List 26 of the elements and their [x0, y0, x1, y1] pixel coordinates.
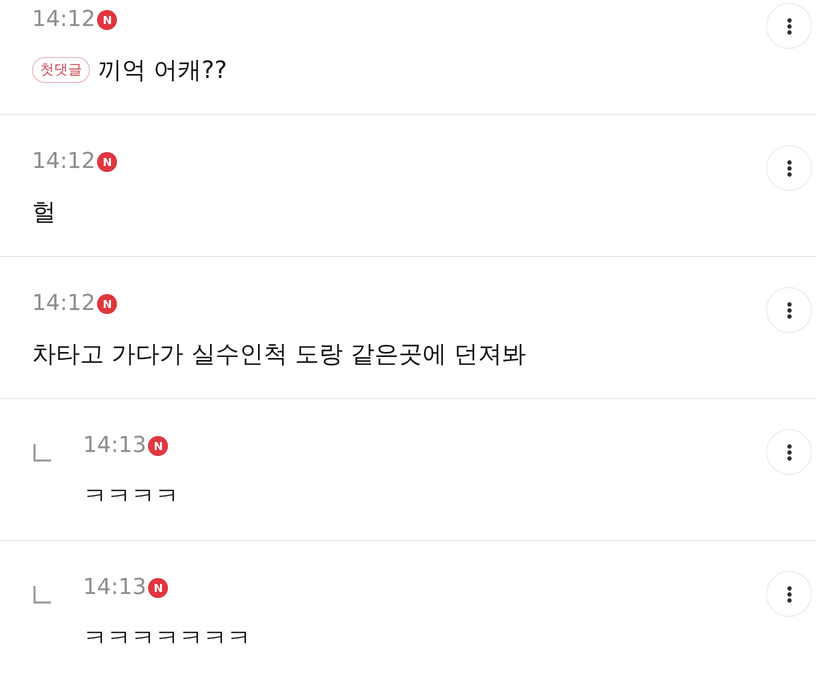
more-button[interactable]: [766, 287, 812, 333]
more-icon: [786, 160, 792, 176]
new-badge: N: [97, 152, 118, 172]
comment-text: 헐: [32, 197, 56, 228]
new-badge: N: [97, 294, 118, 314]
comment-tag: 첫댓글: [32, 57, 90, 83]
new-badge: N: [97, 10, 118, 30]
comment-text: 끼억 어캐??: [98, 55, 228, 86]
comment-time: 14:12: [32, 291, 96, 317]
more-icon: [786, 302, 792, 318]
new-badge: N: [148, 578, 168, 598]
more-icon: [786, 586, 792, 602]
more-icon: [786, 18, 792, 34]
more-button[interactable]: [766, 3, 812, 49]
comment-text: 차타고 가다가 실수인척 도랑 같은곳에 던져봐: [32, 339, 526, 370]
comment-time: 14:12: [32, 149, 96, 175]
new-badge: N: [148, 436, 168, 456]
comment-time: 14:12: [32, 7, 96, 33]
more-button[interactable]: [766, 145, 812, 191]
more-button[interactable]: [766, 429, 812, 475]
comment-text: ㅋㅋㅋㅋ: [83, 481, 179, 512]
more-button[interactable]: [766, 571, 812, 617]
more-icon: [786, 444, 792, 460]
comment-time: 14:13: [83, 575, 146, 601]
comment-text: ㅋㅋㅋㅋㅋㅋㅋ: [83, 623, 251, 654]
comment-time: 14:13: [83, 433, 146, 459]
